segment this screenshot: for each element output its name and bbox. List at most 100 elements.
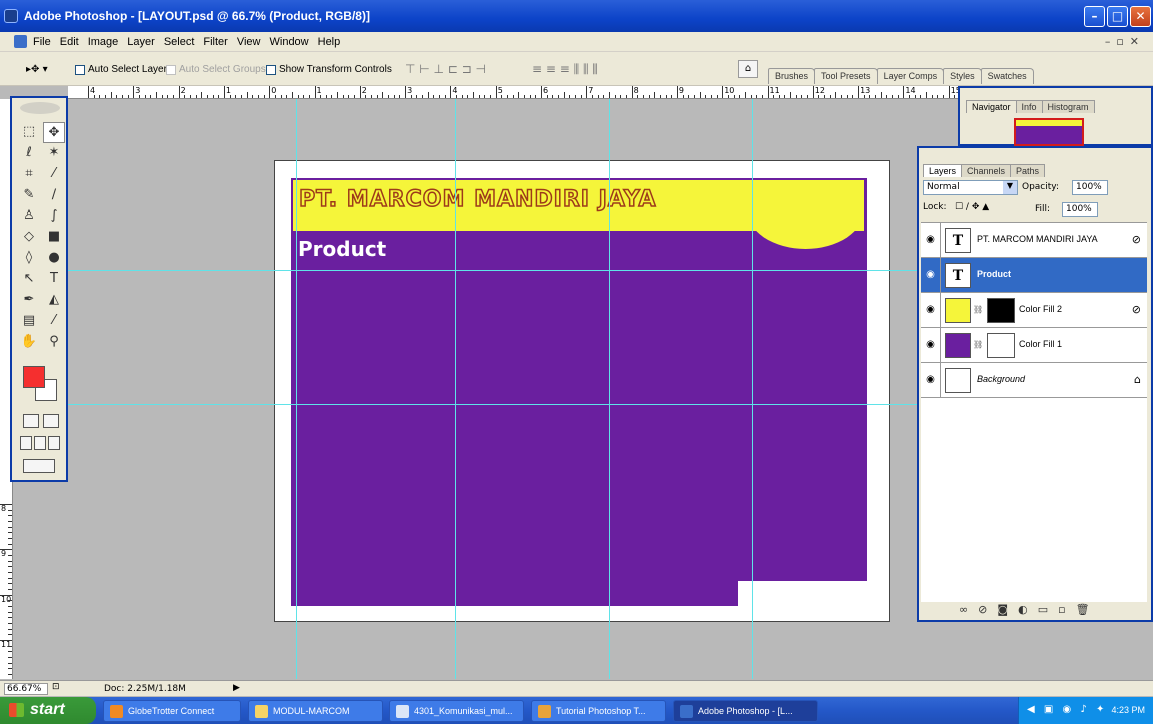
layer-mask-thumbnail[interactable] (987, 333, 1015, 358)
taskbar-item-tutorial[interactable]: Tutorial Photoshop T... (531, 700, 666, 722)
hand-tool-icon[interactable]: ✋ (18, 332, 40, 353)
add-layer-style-icon[interactable]: ⊘ (978, 603, 987, 616)
type-tool-icon[interactable]: T (43, 269, 65, 290)
crop-tool-icon[interactable]: ⌗ (18, 164, 40, 185)
healing-brush-tool-icon[interactable]: ✎ (18, 185, 40, 206)
screen-mode-full-icon[interactable] (48, 436, 60, 450)
visibility-eye-icon[interactable]: ◉ (921, 328, 941, 362)
zoom-field[interactable]: 66.67% (4, 683, 48, 695)
layer-row-banner-text[interactable]: ◉ T PT. MARCOM MANDIRI JAYA ⊘ (921, 223, 1147, 258)
auto-select-groups-checkbox[interactable]: Auto Select Groups (166, 64, 266, 75)
fill-input[interactable]: 100% (1062, 202, 1098, 217)
gradient-tool-icon[interactable]: ■ (43, 227, 65, 248)
taskbar-item-photoshop[interactable]: Adobe Photoshop - [L... (673, 700, 818, 722)
tab-paths[interactable]: Paths (1010, 164, 1046, 177)
new-layer-icon[interactable]: ▫ (1058, 603, 1065, 616)
notes-tool-icon[interactable]: ▤ (18, 311, 40, 332)
document-window-controls[interactable]: –▫✕ (1105, 35, 1145, 48)
tab-channels[interactable]: Channels (961, 164, 1012, 177)
guide-vertical[interactable] (296, 99, 297, 679)
layer-effects-icon[interactable]: ⊘ (1132, 233, 1141, 246)
layer-row-background[interactable]: ◉ Background ⌂ (921, 363, 1147, 398)
minimize-button[interactable]: – (1084, 6, 1105, 27)
menu-layer[interactable]: Layer (127, 36, 155, 48)
layer-mask-thumbnail[interactable] (987, 298, 1015, 323)
standard-mode-icon[interactable] (23, 414, 39, 428)
link-layers-icon[interactable]: ∞ (959, 603, 968, 616)
palette-well-icon[interactable]: ⌂ (738, 60, 758, 78)
guide-vertical[interactable] (455, 99, 456, 679)
history-brush-tool-icon[interactable]: ∫ (43, 206, 65, 227)
align-buttons[interactable]: ⊤ ⊢ ⊥ ⊏ ⊐ ⊣ (405, 62, 486, 76)
tab-tool-presets[interactable]: Tool Presets (814, 68, 878, 84)
eraser-tool-icon[interactable]: ◇ (18, 227, 40, 248)
feather-icon[interactable] (20, 102, 60, 114)
tool-preset-picker[interactable]: ▸✥ ▾ (26, 64, 48, 75)
magic-wand-tool-icon[interactable]: ✶ (43, 143, 65, 164)
menu-window[interactable]: Window (270, 36, 309, 48)
jump-to-imageready-icon[interactable] (23, 459, 55, 473)
visibility-eye-icon[interactable]: ◉ (921, 223, 941, 257)
move-tool-icon[interactable]: ✥ (43, 122, 65, 143)
slice-tool-icon[interactable]: ⁄ (43, 164, 65, 185)
guide-vertical[interactable] (609, 99, 610, 679)
tab-layers[interactable]: Layers (923, 164, 963, 177)
layer-row-color-fill-1[interactable]: ◉ ⛓ Color Fill 1 (921, 328, 1147, 363)
trash-icon[interactable]: 🗑 (1076, 603, 1090, 616)
menu-file[interactable]: File (33, 36, 51, 48)
zoom-tool-icon[interactable]: ⚲ (43, 332, 65, 353)
opacity-input[interactable]: 100% (1072, 180, 1108, 195)
menu-filter[interactable]: Filter (203, 36, 227, 48)
pen-tool-icon[interactable]: ✒ (18, 290, 40, 311)
guide-vertical[interactable] (752, 99, 753, 679)
auto-select-layer-checkbox[interactable]: Auto Select Layer (75, 64, 167, 75)
layer-row-color-fill-2[interactable]: ◉ ⛓ Color Fill 2 ⊘ (921, 293, 1147, 328)
tab-histogram[interactable]: Histogram (1041, 100, 1095, 113)
blur-tool-icon[interactable]: ◊ (18, 248, 40, 269)
visibility-eye-icon[interactable]: ◉ (921, 363, 941, 397)
blend-mode-select[interactable]: Normal ▼ (923, 180, 1018, 195)
show-transform-controls-checkbox[interactable]: Show Transform Controls (266, 64, 392, 75)
guide-horizontal[interactable] (13, 404, 918, 405)
screen-mode-standard-icon[interactable] (20, 436, 32, 450)
eyedropper-tool-icon[interactable]: ⁄ (43, 311, 65, 332)
tab-styles[interactable]: Styles (943, 68, 982, 84)
foreground-color-swatch[interactable] (23, 366, 45, 388)
marquee-tool-icon[interactable]: ⬚ (18, 122, 40, 143)
screen-mode-full-menu-icon[interactable] (34, 436, 46, 450)
taskbar-item-word-doc[interactable]: 4301_Komunikasi_mul... (389, 700, 524, 722)
quick-mask-mode-icon[interactable] (43, 414, 59, 428)
start-button[interactable]: start (0, 697, 96, 724)
tab-navigator[interactable]: Navigator (966, 100, 1017, 113)
layer-effects-icon[interactable]: ⊘ (1132, 303, 1141, 316)
tab-info[interactable]: Info (1015, 100, 1043, 113)
layer-row-product[interactable]: ◉ T Product (921, 258, 1147, 293)
lasso-tool-icon[interactable]: ℓ (18, 143, 40, 164)
guide-horizontal[interactable] (13, 270, 918, 271)
lock-icons[interactable]: ☐ ∕ ✥ ▲ (955, 202, 989, 212)
dodge-tool-icon[interactable]: ● (43, 248, 65, 269)
visibility-eye-icon[interactable]: ◉ (921, 258, 941, 292)
ruler-top[interactable]: 4 3 2 1 0 1 2 3 4 5 6 7 8 9 10 11 12 13 14 15 (68, 86, 990, 99)
status-menu-arrow[interactable]: ▶ (233, 683, 240, 693)
path-selection-tool-icon[interactable]: ↖ (18, 269, 40, 290)
menu-help[interactable]: Help (318, 36, 341, 48)
menu-image[interactable]: Image (88, 36, 119, 48)
zoom-icon[interactable]: ⊡ (52, 682, 60, 692)
new-group-icon[interactable]: ▭ (1038, 603, 1048, 616)
tab-layer-comps[interactable]: Layer Comps (876, 68, 945, 84)
taskbar-item-globetrotter[interactable]: GlobeTrotter Connect (103, 700, 241, 722)
clone-stamp-tool-icon[interactable]: ♙ (18, 206, 40, 227)
maximize-button[interactable]: □ (1107, 6, 1128, 27)
taskbar-item-modul-marcom[interactable]: MODUL-MARCOM (248, 700, 383, 722)
document-icon[interactable] (14, 35, 27, 48)
tab-brushes[interactable]: Brushes (768, 68, 816, 84)
tray-icons[interactable]: ◀ ▣ ◉ ♪ ✦ (1027, 704, 1107, 715)
visibility-eye-icon[interactable]: ◉ (921, 293, 941, 327)
brush-tool-icon[interactable]: ∕ (43, 185, 65, 206)
add-mask-icon[interactable]: ◙ (997, 603, 1008, 616)
distribute-buttons[interactable]: ≡ ≡ ≡ ⫼ ⫼ ⫼ (532, 62, 598, 77)
close-button[interactable]: ✕ (1130, 6, 1151, 27)
tab-swatches[interactable]: Swatches (980, 68, 1034, 84)
menu-select[interactable]: Select (164, 36, 195, 48)
